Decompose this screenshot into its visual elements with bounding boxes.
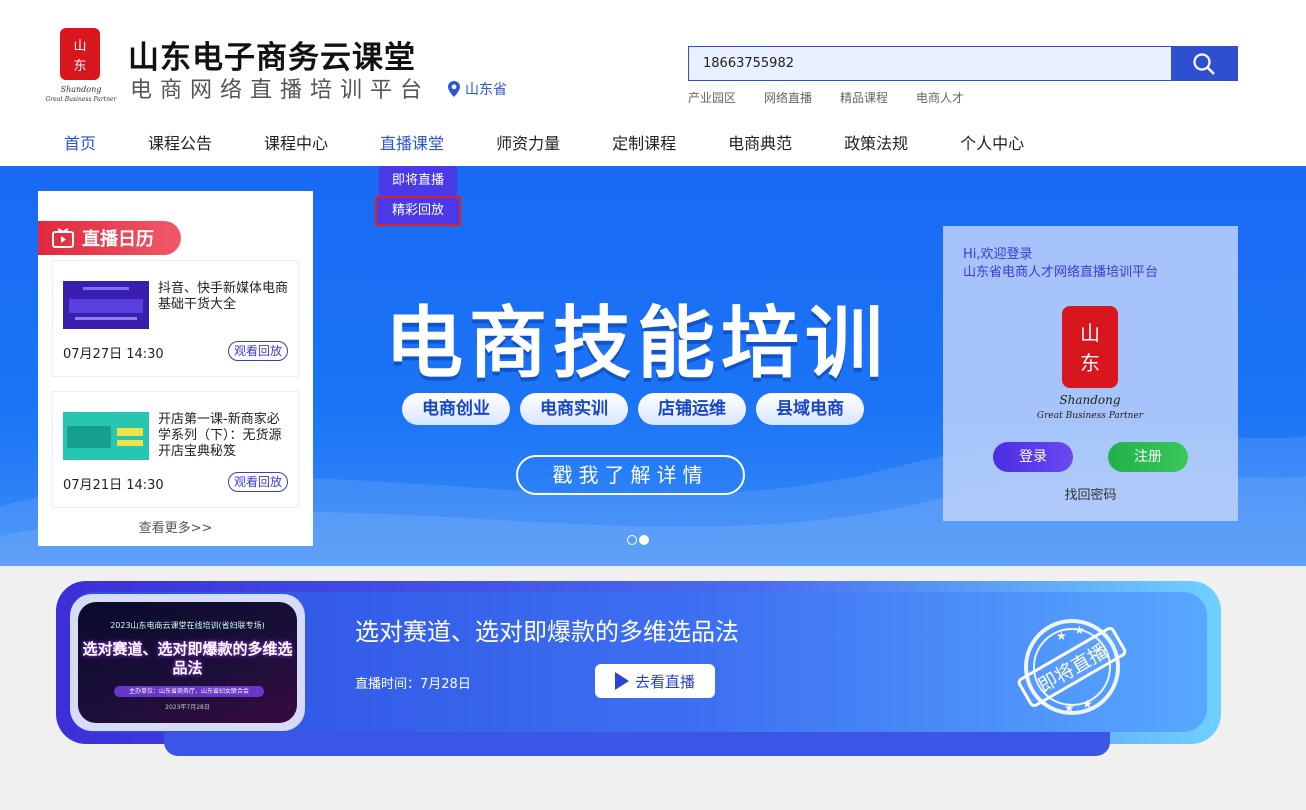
thumbnail-date: 2023年7月28日 <box>165 704 210 711</box>
hot-links: 产业园区 网络直播 精品课程 电商人才 <box>688 89 964 106</box>
greeting-text: Hi,欢迎登录 <box>963 247 1033 262</box>
svg-text:★: ★ <box>1082 697 1093 711</box>
svg-text:Great Business Partner: Great Business Partner <box>1037 411 1144 421</box>
hot-link[interactable]: 网络直播 <box>764 89 812 106</box>
dropdown-item-upcoming[interactable]: 即将直播 <box>379 166 457 196</box>
watch-replay-button[interactable]: 观看回放 <box>228 341 288 361</box>
go-live-label: 去看直播 <box>634 672 695 691</box>
banner-tag: 电商创业 <box>402 393 510 425</box>
svg-text:东: 东 <box>73 59 86 74</box>
dropdown-item-replay[interactable]: 精彩回放 <box>375 196 461 226</box>
nav-item-examples[interactable]: 电商典范 <box>728 130 792 154</box>
nav-item-policies[interactable]: 政策法规 <box>844 130 908 154</box>
live-calendar: 直播日历 抖音、快手新媒体电商基础干货大全 07月27日 14:30 观看回放 … <box>38 191 313 546</box>
register-button[interactable]: 注册 <box>1108 442 1188 472</box>
live-class-dropdown: 即将直播 精彩回放 <box>375 166 461 226</box>
hot-link[interactable]: 产业园区 <box>688 89 736 106</box>
banner-tags: 电商创业 电商实训 店铺运维 县域电商 <box>402 393 864 425</box>
svg-text:山: 山 <box>1080 321 1100 345</box>
nav-item-custom-courses[interactable]: 定制课程 <box>612 130 676 154</box>
banner-tag: 县域电商 <box>756 393 864 425</box>
nav-item-personal-center[interactable]: 个人中心 <box>960 130 1024 154</box>
calendar-item-title: 抖音、快手新媒体电商基础干货大全 <box>158 281 289 312</box>
carousel-dots <box>627 535 649 545</box>
nav-item-teachers[interactable]: 师资力量 <box>496 130 560 154</box>
thumbnail-top-text: 2023山东电商云课堂在线培训(省妇联专场) <box>110 621 265 630</box>
banner-tag: 店铺运维 <box>638 393 746 425</box>
svg-text:Shandong: Shandong <box>61 85 102 94</box>
svg-text:山: 山 <box>73 39 86 54</box>
thumbnail-host: 主办单位：山东省商务厅、山东省妇女联合会 <box>114 686 264 697</box>
location-pin-icon <box>448 81 460 97</box>
header: 山 东 Shandong Great Business Partner 山东电子… <box>0 0 1306 166</box>
live-card-foot <box>164 732 1110 756</box>
hot-link[interactable]: 精品课程 <box>840 89 888 106</box>
login-panel: Hi,欢迎登录 山东省电商人才网络直播培训平台 山 东 Shandong Gre… <box>943 226 1238 521</box>
platform-name: 山东省电商人才网络直播培训平台 <box>963 265 1159 280</box>
watch-replay-button[interactable]: 观看回放 <box>228 472 288 492</box>
calendar-item-time: 07月21日 14:30 <box>63 478 164 493</box>
hot-link[interactable]: 电商人才 <box>916 89 964 106</box>
course-thumbnail <box>63 281 149 329</box>
svg-text:★: ★ <box>1056 629 1067 643</box>
tv-icon <box>52 228 74 248</box>
brand-logo: 山 东 Shandong Great Business Partner <box>46 28 118 103</box>
live-title: 选对赛道、选对即爆款的多维选品法 <box>355 618 739 646</box>
location-label: 山东省 <box>465 82 507 98</box>
play-icon <box>614 672 629 690</box>
calendar-heading: 直播日历 <box>38 221 181 255</box>
svg-text:Shandong: Shandong <box>1059 393 1120 407</box>
search-box <box>688 46 1238 81</box>
calendar-item-title: 开店第一课-新商家必学系列（下）：无货源开店宝典秘笈 <box>158 412 282 459</box>
course-thumbnail <box>63 412 149 460</box>
nav-item-home[interactable]: 首页 <box>64 130 96 154</box>
thumbnail-title: 选对赛道、选对即爆款的多维选品法 <box>82 640 293 677</box>
live-thumbnail[interactable]: 2023山东电商云课堂在线培训(省妇联专场) 选对赛道、选对即爆款的多维选品法 … <box>70 594 305 731</box>
forgot-password-link[interactable]: 找回密码 <box>943 484 1238 503</box>
learn-more-button[interactable]: 戳我了解详情 <box>516 455 745 495</box>
search-button[interactable] <box>1171 47 1237 80</box>
svg-text:★: ★ <box>1074 623 1085 637</box>
view-more-link[interactable]: 查看更多>> <box>38 517 313 536</box>
brand-logo: 山 东 Shandong Great Business Partner <box>1037 306 1144 421</box>
nav-item-courses[interactable]: 课程中心 <box>264 130 328 154</box>
main-nav: 首页 课程公告 课程中心 直播课堂 师资力量 定制课程 电商典范 政策法规 个人… <box>64 130 1076 154</box>
svg-text:★: ★ <box>1064 701 1075 715</box>
nav-item-live-class[interactable]: 直播课堂 <box>380 130 444 154</box>
carousel-dot[interactable] <box>627 535 637 545</box>
go-watch-live-button[interactable]: 去看直播 <box>595 664 715 698</box>
nav-item-announcements[interactable]: 课程公告 <box>148 130 212 154</box>
calendar-item-time: 07月27日 14:30 <box>63 347 164 362</box>
live-thumbnail-image: 2023山东电商云课堂在线培训(省妇联专场) 选对赛道、选对即爆款的多维选品法 … <box>78 602 297 723</box>
live-time: 直播时间：7月28日 <box>355 677 471 692</box>
brand-title: 山东电子商务云课堂 <box>128 40 416 76</box>
banner-tag: 电商实训 <box>520 393 628 425</box>
svg-text:Great Business Partner: Great Business Partner <box>46 96 118 103</box>
login-greeting: Hi,欢迎登录 山东省电商人才网络直播培训平台 <box>963 246 1158 282</box>
search-input[interactable] <box>689 47 1171 80</box>
location-selector[interactable]: 山东省 <box>448 79 507 99</box>
brand-subtitle: 电商网络直播培训平台 <box>130 78 431 103</box>
calendar-item[interactable]: 开店第一课-新商家必学系列（下）：无货源开店宝典秘笈 07月21日 14:30 … <box>53 392 298 507</box>
calendar-item[interactable]: 抖音、快手新媒体电商基础干货大全 07月27日 14:30 观看回放 <box>53 261 298 376</box>
carousel-dot-active[interactable] <box>639 535 649 545</box>
login-button[interactable]: 登录 <box>993 442 1073 472</box>
svg-text:东: 东 <box>1080 351 1100 375</box>
upcoming-live-stamp: 即将直播 ★ ★ ★ ★ <box>1017 619 1127 715</box>
calendar-heading-label: 直播日历 <box>82 229 154 250</box>
banner-title: 电商技能培训 <box>385 299 890 389</box>
search-icon <box>1193 52 1215 75</box>
